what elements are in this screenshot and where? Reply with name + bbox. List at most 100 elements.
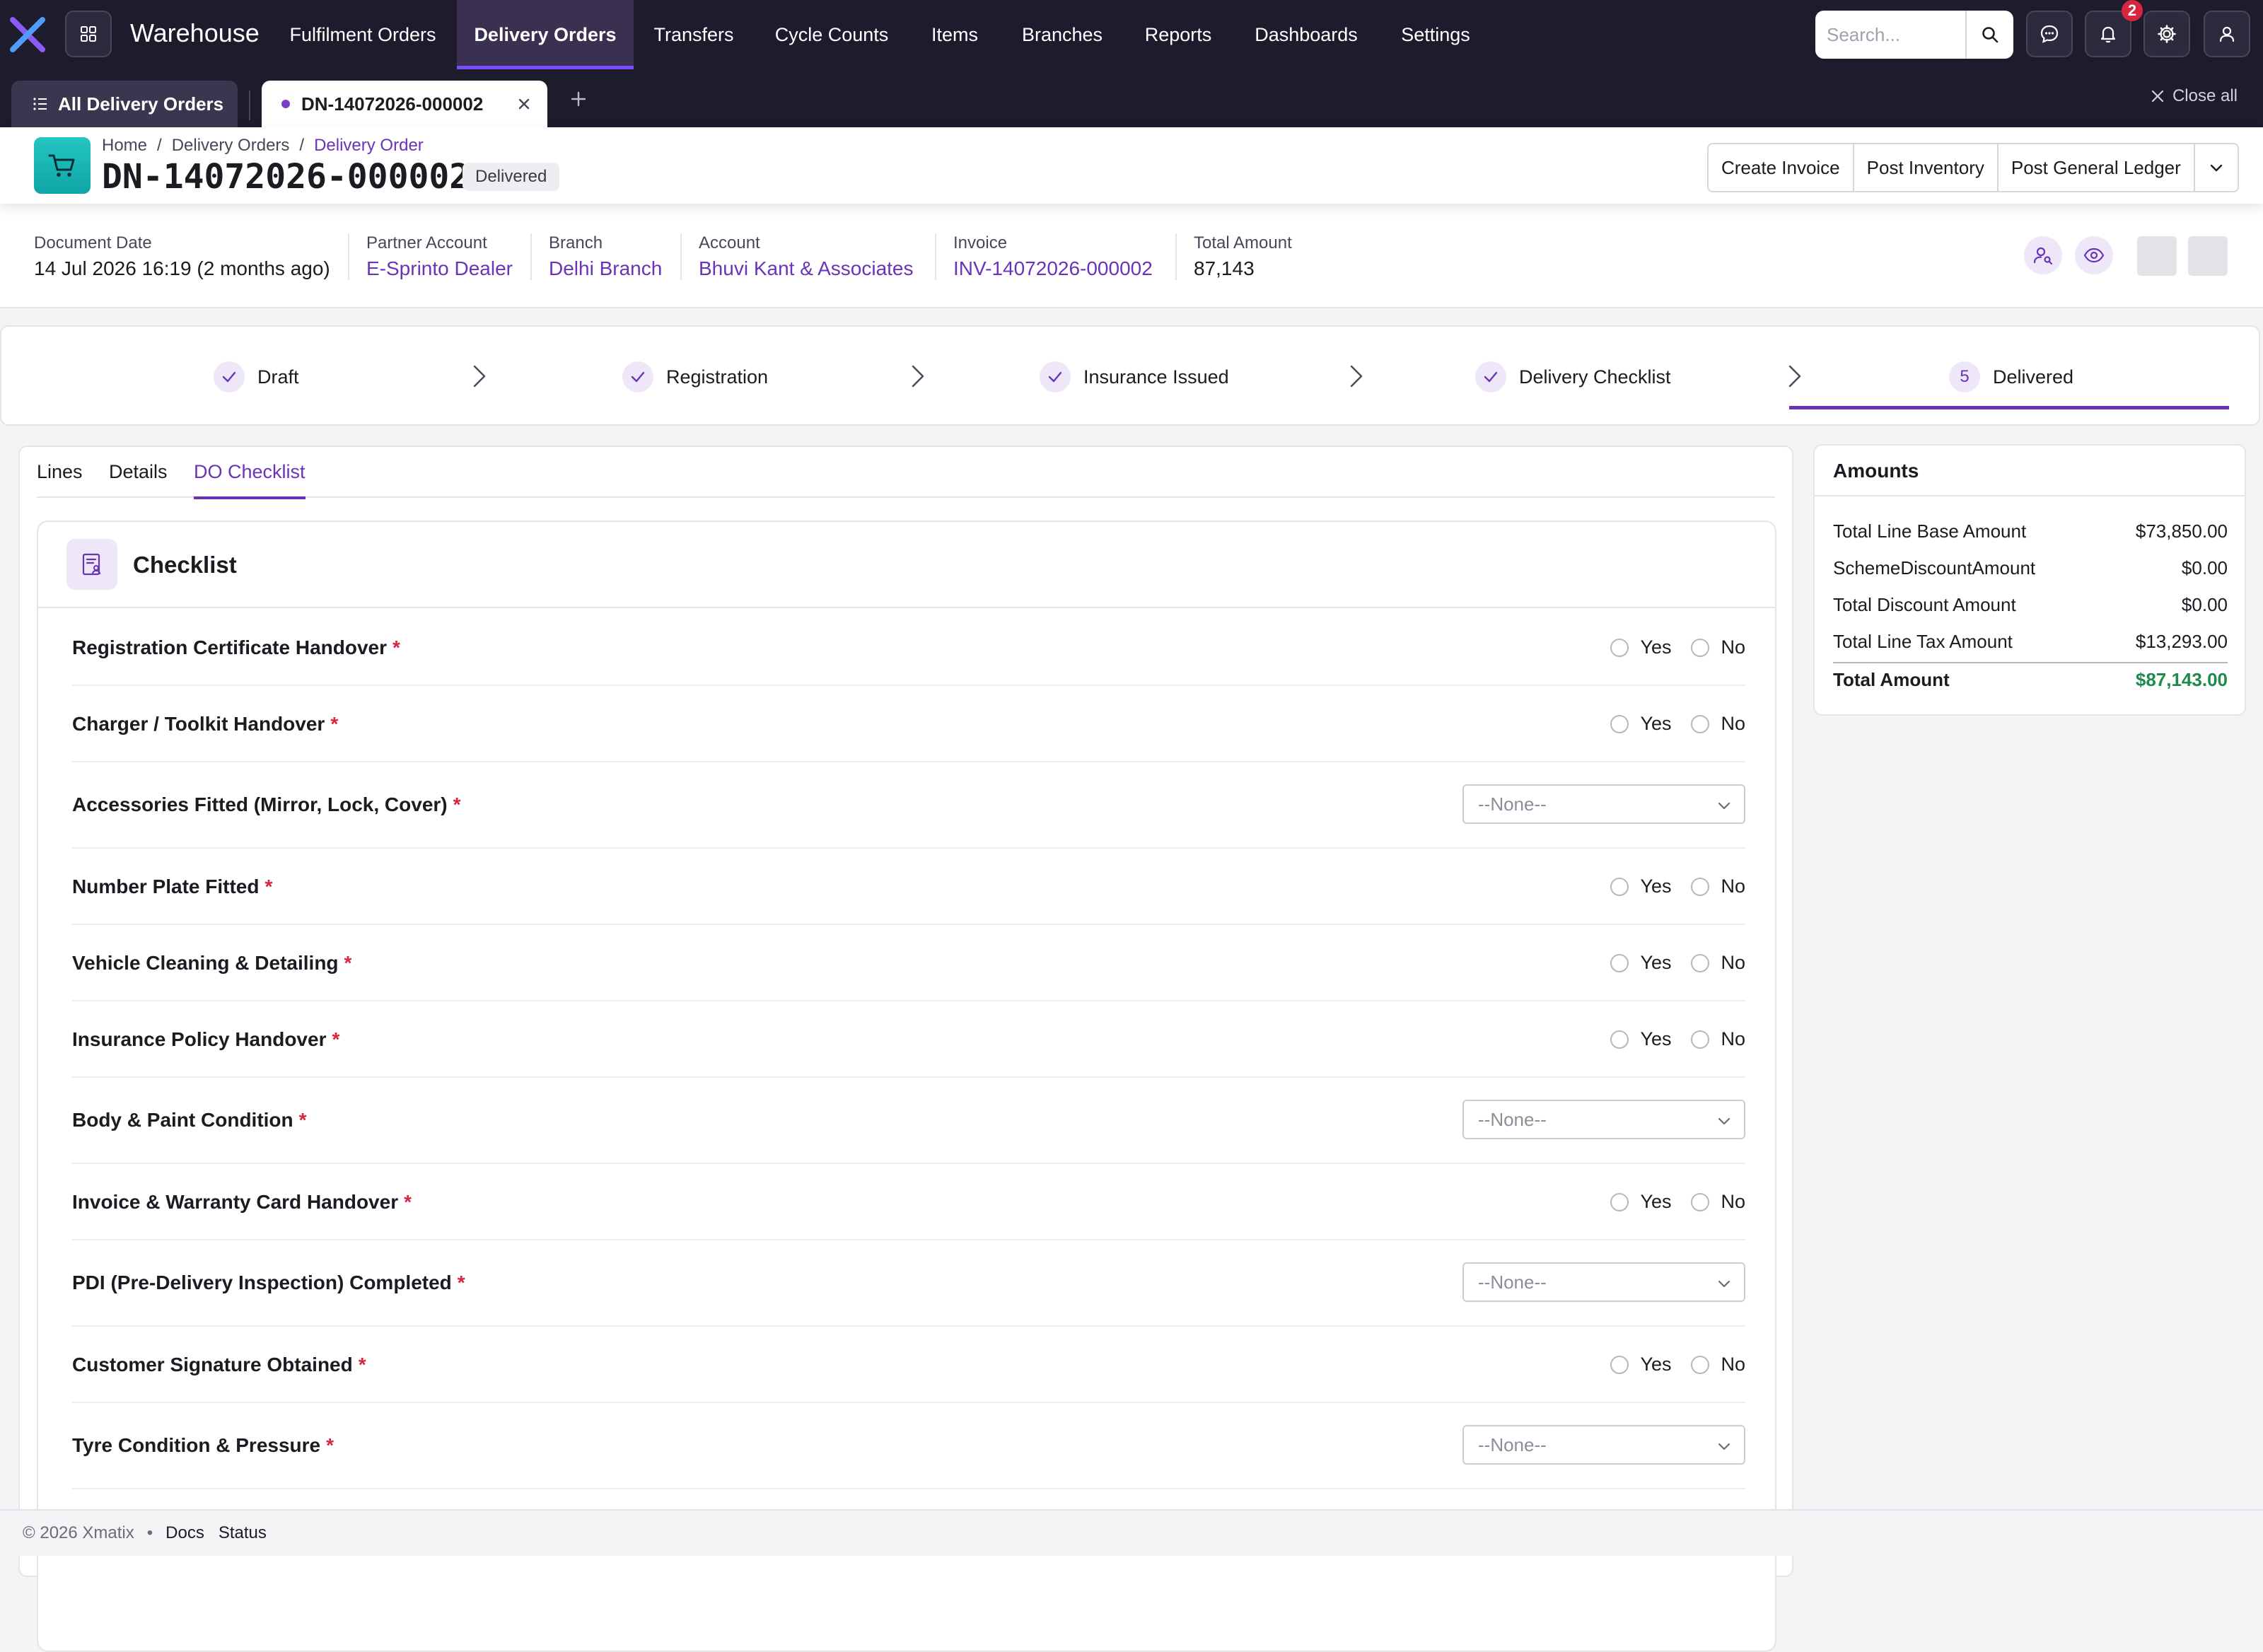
radio-option-yes[interactable]: Yes: [1610, 952, 1671, 974]
radio-button[interactable]: [1691, 714, 1710, 733]
radio-button[interactable]: [1610, 714, 1629, 733]
close-all-tabs-button[interactable]: Close all: [2150, 86, 2238, 106]
divider: [530, 233, 532, 280]
top-navigation: Warehouse Fulfilment Orders Delivery Ord…: [0, 0, 2263, 69]
radio-button[interactable]: [1691, 877, 1710, 896]
check-icon: [631, 371, 645, 383]
user-search-icon: [2033, 247, 2053, 265]
breadcrumb: Home / Delivery Orders / Delivery Order: [102, 136, 424, 156]
branch-link[interactable]: Delhi Branch: [549, 257, 662, 280]
tab-details[interactable]: Details: [109, 461, 168, 496]
required-indicator: *: [332, 1028, 340, 1050]
radio-option-yes[interactable]: Yes: [1610, 1191, 1671, 1213]
nav-cycle-counts[interactable]: Cycle Counts: [761, 0, 902, 69]
radio-option-no[interactable]: No: [1691, 636, 1745, 658]
radio-button[interactable]: [1610, 953, 1629, 972]
radio-option-yes[interactable]: Yes: [1610, 876, 1671, 897]
chevron-right-icon: [473, 365, 486, 388]
nav-settings[interactable]: Settings: [1379, 0, 1492, 69]
checklist-select[interactable]: --None--: [1462, 1425, 1745, 1465]
radio-option-yes[interactable]: Yes: [1610, 713, 1671, 735]
create-invoice-button[interactable]: Create Invoice: [1709, 144, 1854, 191]
tab-lines[interactable]: Lines: [37, 461, 83, 496]
radio-option-no[interactable]: No: [1691, 1354, 1745, 1375]
settings-button[interactable]: [2143, 11, 2190, 57]
checklist-row: Vehicle Cleaning & Detailing * Yes No: [72, 924, 1745, 1001]
more-actions-button[interactable]: [2195, 144, 2238, 191]
nav-reports[interactable]: Reports: [1129, 0, 1228, 69]
close-icon[interactable]: [515, 95, 533, 113]
radio-button[interactable]: [1610, 1355, 1629, 1374]
nav-transfers[interactable]: Transfers: [641, 0, 747, 69]
nav-fulfilment-orders[interactable]: Fulfilment Orders: [274, 0, 451, 69]
radio-option-no[interactable]: No: [1691, 713, 1745, 735]
radio-button[interactable]: [1691, 953, 1710, 972]
bell-icon: [2100, 26, 2116, 43]
user-profile-button[interactable]: [2204, 11, 2250, 57]
breadcrumb-delivery-orders[interactable]: Delivery Orders: [172, 136, 290, 155]
radio-option-yes[interactable]: Yes: [1610, 636, 1671, 658]
radio-option-no[interactable]: No: [1691, 952, 1745, 974]
footer-link-docs[interactable]: Docs: [165, 1523, 204, 1543]
messages-button[interactable]: [2026, 11, 2073, 57]
radio-option-no[interactable]: No: [1691, 1028, 1745, 1050]
checklist-select[interactable]: --None--: [1462, 1262, 1745, 1302]
radio-button[interactable]: [1691, 1030, 1710, 1049]
app-brand[interactable]: Warehouse: [130, 18, 260, 48]
footer-link-status[interactable]: Status: [219, 1523, 267, 1543]
select-value: --None--: [1478, 1433, 1547, 1455]
radio-button[interactable]: [1610, 1192, 1629, 1211]
checklist-item-text: Body & Paint Condition: [72, 1109, 293, 1131]
radio-button[interactable]: [1610, 1030, 1629, 1049]
invoice-link[interactable]: INV-14072026-000002: [953, 257, 1153, 280]
breadcrumb-home[interactable]: Home: [102, 136, 147, 155]
radio-button[interactable]: [1610, 638, 1629, 657]
radio-button[interactable]: [1691, 1355, 1710, 1374]
post-inventory-button[interactable]: Post Inventory: [1854, 144, 1999, 191]
partner-account-link[interactable]: E-Sprinto Dealer: [366, 257, 513, 280]
chevron-down-icon: [2210, 164, 2222, 172]
placeholder-button[interactable]: [2137, 236, 2177, 276]
checklist-item-text: Accessories Fitted (Mirror, Lock, Cover): [72, 793, 448, 815]
radio-option-yes[interactable]: Yes: [1610, 1028, 1671, 1050]
app-launcher-button[interactable]: [65, 11, 112, 57]
step-label: Registration: [666, 366, 769, 388]
radio-button[interactable]: [1691, 1192, 1710, 1211]
checklist-header: Checklist: [38, 522, 1775, 608]
placeholder-button[interactable]: [2188, 236, 2228, 276]
nav-dashboards[interactable]: Dashboards: [1246, 0, 1366, 69]
checklist-item-text: Insurance Policy Handover: [72, 1028, 327, 1050]
check-icon: [1048, 371, 1062, 383]
total-amount-label: Total Amount: [1833, 669, 1950, 690]
tab-do-checklist[interactable]: DO Checklist: [194, 461, 306, 499]
radio-label: No: [1721, 1354, 1745, 1375]
radio-option-no[interactable]: No: [1691, 1191, 1745, 1213]
search-button[interactable]: [1965, 11, 2013, 59]
checklist-item-text: Charger / Toolkit Handover: [72, 713, 325, 735]
radio-option-no[interactable]: No: [1691, 876, 1745, 897]
checklist-row: PDI (Pre-Delivery Inspection) Completed *…: [72, 1239, 1745, 1327]
nav-delivery-orders[interactable]: Delivery Orders: [457, 0, 634, 69]
post-general-ledger-button[interactable]: Post General Ledger: [1999, 144, 2195, 191]
radio-option-yes[interactable]: Yes: [1610, 1354, 1671, 1375]
radio-button[interactable]: [1610, 877, 1629, 896]
user-icon: [2219, 26, 2235, 42]
tab-delivery-order-document[interactable]: DN-14072026-000002: [262, 81, 547, 127]
radio-button[interactable]: [1691, 638, 1710, 657]
checklist-item-label: Customer Signature Obtained *: [72, 1354, 366, 1376]
plus-icon[interactable]: [570, 91, 587, 107]
search-input[interactable]: [1815, 11, 1965, 59]
checklist-select[interactable]: --None--: [1462, 1100, 1745, 1139]
checklist-item-text: Number Plate Fitted: [72, 876, 260, 897]
nav-branches[interactable]: Branches: [1007, 0, 1117, 69]
account-link[interactable]: Bhuvi Kant & Associates: [699, 257, 914, 280]
assign-user-button[interactable]: [2024, 236, 2062, 274]
xmatix-logo-icon[interactable]: [10, 17, 45, 52]
tab-all-delivery-orders[interactable]: All Delivery Orders: [11, 81, 238, 127]
page-footer: © 2026 Xmatix • Docs Status: [0, 1509, 2263, 1556]
chat-bubble-icon: [2040, 25, 2059, 43]
watch-button[interactable]: [2075, 236, 2113, 274]
branch-field: Branch Delhi Branch: [549, 233, 662, 280]
nav-items[interactable]: Items: [912, 0, 997, 69]
checklist-select[interactable]: --None--: [1462, 784, 1745, 824]
